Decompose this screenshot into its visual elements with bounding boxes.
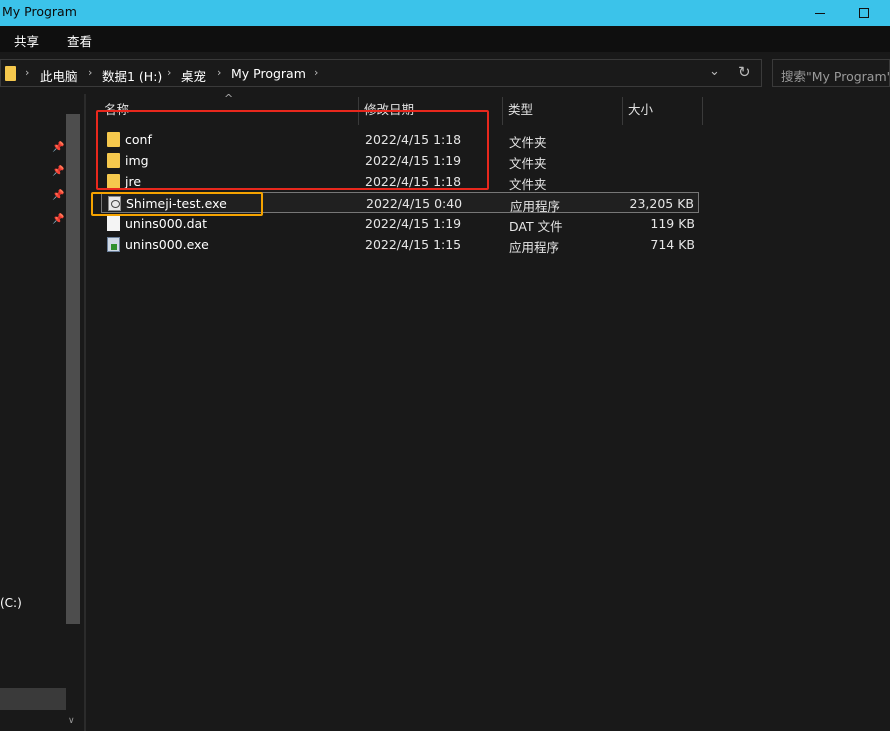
- folder-icon: [5, 66, 16, 81]
- window-title: My Program: [2, 4, 77, 19]
- navigation-pane[interactable]: 📌 📌 📌 📌 ∨ (C:): [0, 94, 84, 731]
- file-type: DAT 文件: [509, 219, 563, 234]
- scroll-down-icon[interactable]: ∨: [68, 716, 75, 726]
- file-name: unins000.exe: [125, 237, 209, 252]
- file-size: 23,205 KB: [629, 196, 694, 211]
- file-icon: [107, 216, 120, 231]
- column-divider[interactable]: [702, 97, 703, 125]
- ribbon: 共享 查看: [0, 26, 890, 52]
- pin-icon[interactable]: 📌: [52, 214, 64, 226]
- file-size: 119 KB: [650, 216, 695, 231]
- chevron-right-icon[interactable]: ›: [167, 66, 171, 79]
- breadcrumb-desktop-pet[interactable]: 桌宠: [181, 66, 206, 85]
- chevron-right-icon[interactable]: ›: [217, 66, 221, 79]
- file-row-unins-dat[interactable]: unins000.dat 2022/4/15 1:19 DAT 文件 119 K…: [101, 213, 699, 234]
- chevron-right-icon[interactable]: ›: [88, 66, 92, 79]
- file-name: unins000.dat: [125, 216, 208, 231]
- file-type: 应用程序: [509, 240, 560, 255]
- breadcrumb-this-pc[interactable]: 此电脑: [40, 66, 78, 85]
- nav-item-selected[interactable]: [0, 688, 66, 710]
- file-row-unins-exe[interactable]: unins000.exe 2022/4/15 1:15 应用程序 714 KB: [101, 234, 699, 255]
- sort-ascending-icon: ^: [224, 92, 234, 105]
- file-type: 文件夹: [509, 156, 547, 171]
- search-input[interactable]: 搜索"My Program": [772, 59, 890, 87]
- file-date: 2022/4/15 1:15: [365, 237, 462, 252]
- file-date: 2022/4/15 0:40: [366, 196, 463, 211]
- column-header-size[interactable]: 大小: [628, 99, 653, 123]
- column-divider[interactable]: [502, 97, 503, 125]
- maximize-button[interactable]: [841, 0, 887, 26]
- chevron-right-icon[interactable]: ›: [314, 66, 318, 79]
- tab-view[interactable]: 查看: [67, 31, 92, 50]
- title-bar[interactable]: My Program: [0, 0, 890, 26]
- installer-icon: [107, 237, 120, 252]
- search-placeholder: 搜索"My Program": [781, 69, 890, 84]
- address-bar[interactable]: › 此电脑 › 数据1 (H:) › 桌宠 › My Program › ⌄ ↻: [0, 59, 762, 87]
- minimize-icon: [815, 12, 825, 14]
- file-date: 2022/4/15 1:19: [365, 216, 462, 231]
- breadcrumb-my-program[interactable]: My Program: [231, 66, 306, 81]
- highlight-box-folders: [96, 110, 489, 190]
- chevron-down-icon[interactable]: ⌄: [709, 64, 720, 79]
- minimize-button[interactable]: [797, 0, 843, 26]
- refresh-icon[interactable]: ↻: [738, 63, 751, 81]
- column-divider[interactable]: [622, 97, 623, 125]
- file-type: 文件夹: [509, 177, 547, 192]
- nav-item-drive-c[interactable]: (C:): [0, 596, 22, 610]
- pin-icon[interactable]: 📌: [52, 142, 64, 154]
- highlight-box-exe: [91, 192, 263, 216]
- column-header-type[interactable]: 类型: [508, 99, 533, 123]
- address-row: › 此电脑 › 数据1 (H:) › 桌宠 › My Program › ⌄ ↻…: [0, 52, 890, 94]
- pin-icon[interactable]: 📌: [52, 166, 64, 178]
- tab-share[interactable]: 共享: [14, 31, 39, 50]
- scrollbar-thumb[interactable]: [66, 114, 80, 624]
- file-type: 文件夹: [509, 135, 547, 150]
- pin-icon[interactable]: 📌: [52, 190, 64, 202]
- chevron-right-icon[interactable]: ›: [25, 66, 29, 79]
- maximize-icon: [859, 8, 869, 18]
- breadcrumb-drive[interactable]: 数据1 (H:): [102, 66, 162, 85]
- file-size: 714 KB: [650, 237, 695, 252]
